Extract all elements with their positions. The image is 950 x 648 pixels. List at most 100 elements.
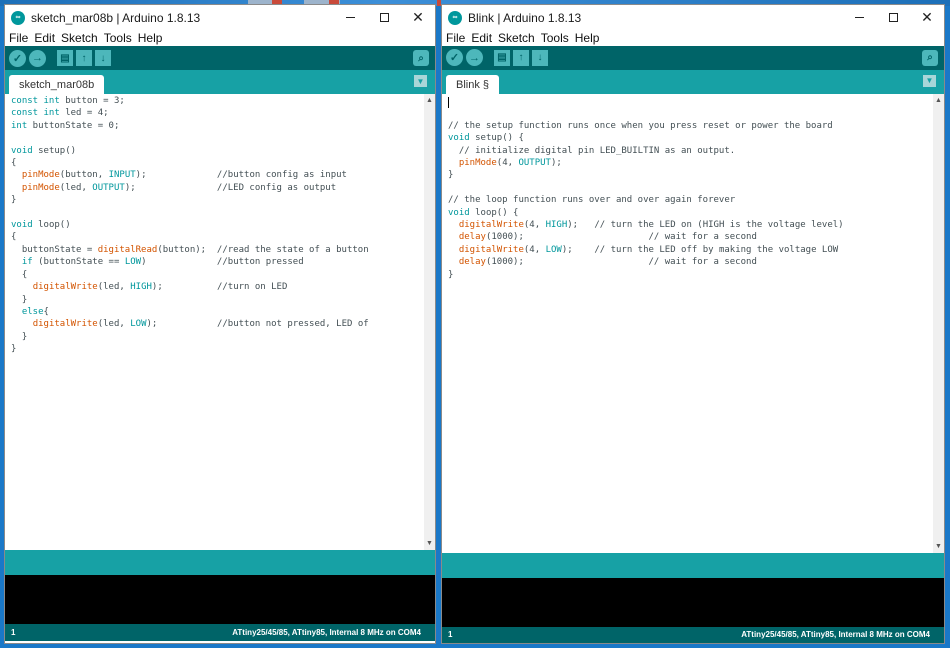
code-line: // initialize digital pin LED_BUILTIN as… xyxy=(448,145,736,156)
code-line: delay(1000); // wait for a second xyxy=(458,232,757,243)
menu-tools[interactable]: Tools xyxy=(541,31,569,45)
menu-help[interactable]: Help xyxy=(575,31,600,45)
menu-tools[interactable]: Tools xyxy=(104,31,132,45)
menu-sketch[interactable]: Sketch xyxy=(61,31,98,45)
code-line: buttonState = digitalRead(button); //rea… xyxy=(11,244,369,255)
line-number: 1 xyxy=(11,628,16,637)
menu-file[interactable]: File xyxy=(446,31,465,45)
console-output[interactable] xyxy=(5,575,435,624)
code-line: pinMode(led, OUTPUT); //LED config as ou… xyxy=(21,182,337,193)
arduino-window-sketch[interactable]: ∞ sketch_mar08b | Arduino 1.8.13 ✕ File … xyxy=(4,4,436,644)
title-bar[interactable]: ∞ Blink | Arduino 1.8.13 ✕ xyxy=(442,5,944,30)
vertical-scrollbar[interactable]: ▲ ▼ xyxy=(933,93,944,554)
minimize-button[interactable] xyxy=(842,5,876,30)
save-icon[interactable]: ↓ xyxy=(95,50,111,66)
code-line: { xyxy=(11,269,28,280)
tab-blink[interactable]: Blink § xyxy=(446,74,500,94)
tab-menu-icon[interactable]: ▼ xyxy=(923,74,936,87)
menu-file[interactable]: File xyxy=(9,31,28,45)
verify-icon[interactable]: ✓ xyxy=(446,49,463,67)
open-icon[interactable]: ↑ xyxy=(76,50,92,66)
menu-bar: File Edit Sketch Tools Help xyxy=(5,30,435,46)
console-output[interactable] xyxy=(442,578,944,627)
code-line: pinMode(button, INPUT); //button config … xyxy=(21,170,347,181)
message-area xyxy=(5,550,435,575)
code-line: void loop() { xyxy=(448,207,519,218)
code-line: const int led = 4; xyxy=(11,108,109,119)
status-bar: 1 ATtiny25/45/85, ATtiny85, Internal 8 M… xyxy=(5,624,435,641)
status-bar: 1 ATtiny25/45/85, ATtiny85, Internal 8 M… xyxy=(442,627,944,643)
code-line: digitalWrite(led, LOW); //button not pre… xyxy=(32,319,369,330)
code-content[interactable]: const int button = 3; const int led = 4; i… xyxy=(5,94,435,356)
code-line: delay(1000); // wait for a second xyxy=(458,257,757,268)
code-line: void setup() xyxy=(11,145,77,156)
maximize-button[interactable] xyxy=(367,5,401,30)
code-line: } xyxy=(11,344,17,355)
maximize-icon xyxy=(379,13,389,22)
upload-icon[interactable]: → xyxy=(29,49,46,67)
minimize-button[interactable] xyxy=(333,5,367,30)
scroll-down-icon[interactable]: ▼ xyxy=(933,541,944,552)
open-icon[interactable]: ↑ xyxy=(513,49,529,66)
scroll-down-icon[interactable]: ▼ xyxy=(424,538,435,549)
code-line: } xyxy=(448,269,454,280)
code-line: digitalWrite(led, HIGH); //turn on LED xyxy=(32,282,288,293)
code-line: } xyxy=(11,294,28,305)
code-editor[interactable]: // the setup function runs once when you… xyxy=(442,93,944,554)
board-info: ATtiny25/45/85, ATtiny85, Internal 8 MHz… xyxy=(232,628,421,637)
minimize-icon xyxy=(854,17,864,18)
menu-edit[interactable]: Edit xyxy=(471,31,492,45)
minimize-icon xyxy=(345,17,355,18)
code-line: void loop() xyxy=(11,220,71,231)
window-title: sketch_mar08b | Arduino 1.8.13 xyxy=(31,10,201,25)
close-icon: ✕ xyxy=(412,9,424,25)
code-line: } xyxy=(11,331,28,342)
code-line: { xyxy=(11,158,17,169)
text-cursor xyxy=(448,96,449,108)
arduino-logo-icon: ∞ xyxy=(448,10,462,25)
new-icon[interactable]: ▤ xyxy=(57,50,73,66)
upload-icon[interactable]: → xyxy=(466,49,483,67)
maximize-button[interactable] xyxy=(876,5,910,30)
menu-help[interactable]: Help xyxy=(138,31,163,45)
code-line: pinMode(4, OUTPUT); xyxy=(458,157,562,168)
code-line: const int button = 3; xyxy=(11,96,125,106)
window-title: Blink | Arduino 1.8.13 xyxy=(468,10,582,25)
tab-sketch[interactable]: sketch_mar08b xyxy=(9,75,105,94)
line-number: 1 xyxy=(448,630,453,640)
code-line: } xyxy=(448,170,454,181)
new-icon[interactable]: ▤ xyxy=(494,49,510,66)
code-line: if (buttonState == LOW) //button pressed xyxy=(21,257,304,268)
close-button[interactable]: ✕ xyxy=(910,5,944,30)
close-icon: ✕ xyxy=(921,9,933,25)
scroll-up-icon[interactable]: ▲ xyxy=(933,95,944,106)
menu-edit[interactable]: Edit xyxy=(34,31,55,45)
code-line: } xyxy=(11,195,17,206)
code-line: void setup() { xyxy=(448,133,524,144)
code-content[interactable]: // the setup function runs once when you… xyxy=(442,94,944,281)
save-icon[interactable]: ↓ xyxy=(532,49,548,66)
tab-bar: sketch_mar08b ▼ xyxy=(5,70,435,94)
close-button[interactable]: ✕ xyxy=(401,5,435,30)
scroll-up-icon[interactable]: ▲ xyxy=(424,95,435,106)
code-line: int buttonState = 0; xyxy=(11,120,120,131)
serial-monitor-icon[interactable]: ⌕ xyxy=(922,49,938,66)
menu-sketch[interactable]: Sketch xyxy=(498,31,535,45)
code-line: { xyxy=(11,232,17,243)
tab-bar: Blink § ▼ xyxy=(442,69,944,94)
title-bar[interactable]: ∞ sketch_mar08b | Arduino 1.8.13 ✕ xyxy=(5,5,435,30)
toolbar: ✓ → ▤ ↑ ↓ ⌕ xyxy=(442,45,944,70)
serial-monitor-icon[interactable]: ⌕ xyxy=(413,50,429,66)
arduino-window-blink[interactable]: ∞ Blink | Arduino 1.8.13 ✕ File Edit Ske… xyxy=(441,4,945,644)
vertical-scrollbar[interactable]: ▲ ▼ xyxy=(424,94,435,550)
code-editor[interactable]: const int button = 3; const int led = 4; i… xyxy=(5,94,435,550)
message-area xyxy=(442,553,944,579)
verify-icon[interactable]: ✓ xyxy=(9,49,26,67)
code-line: digitalWrite(4, LOW); // turn the LED of… xyxy=(458,244,839,255)
arduino-logo-icon: ∞ xyxy=(11,10,25,25)
tab-menu-icon[interactable]: ▼ xyxy=(414,75,427,87)
maximize-icon xyxy=(888,13,898,22)
